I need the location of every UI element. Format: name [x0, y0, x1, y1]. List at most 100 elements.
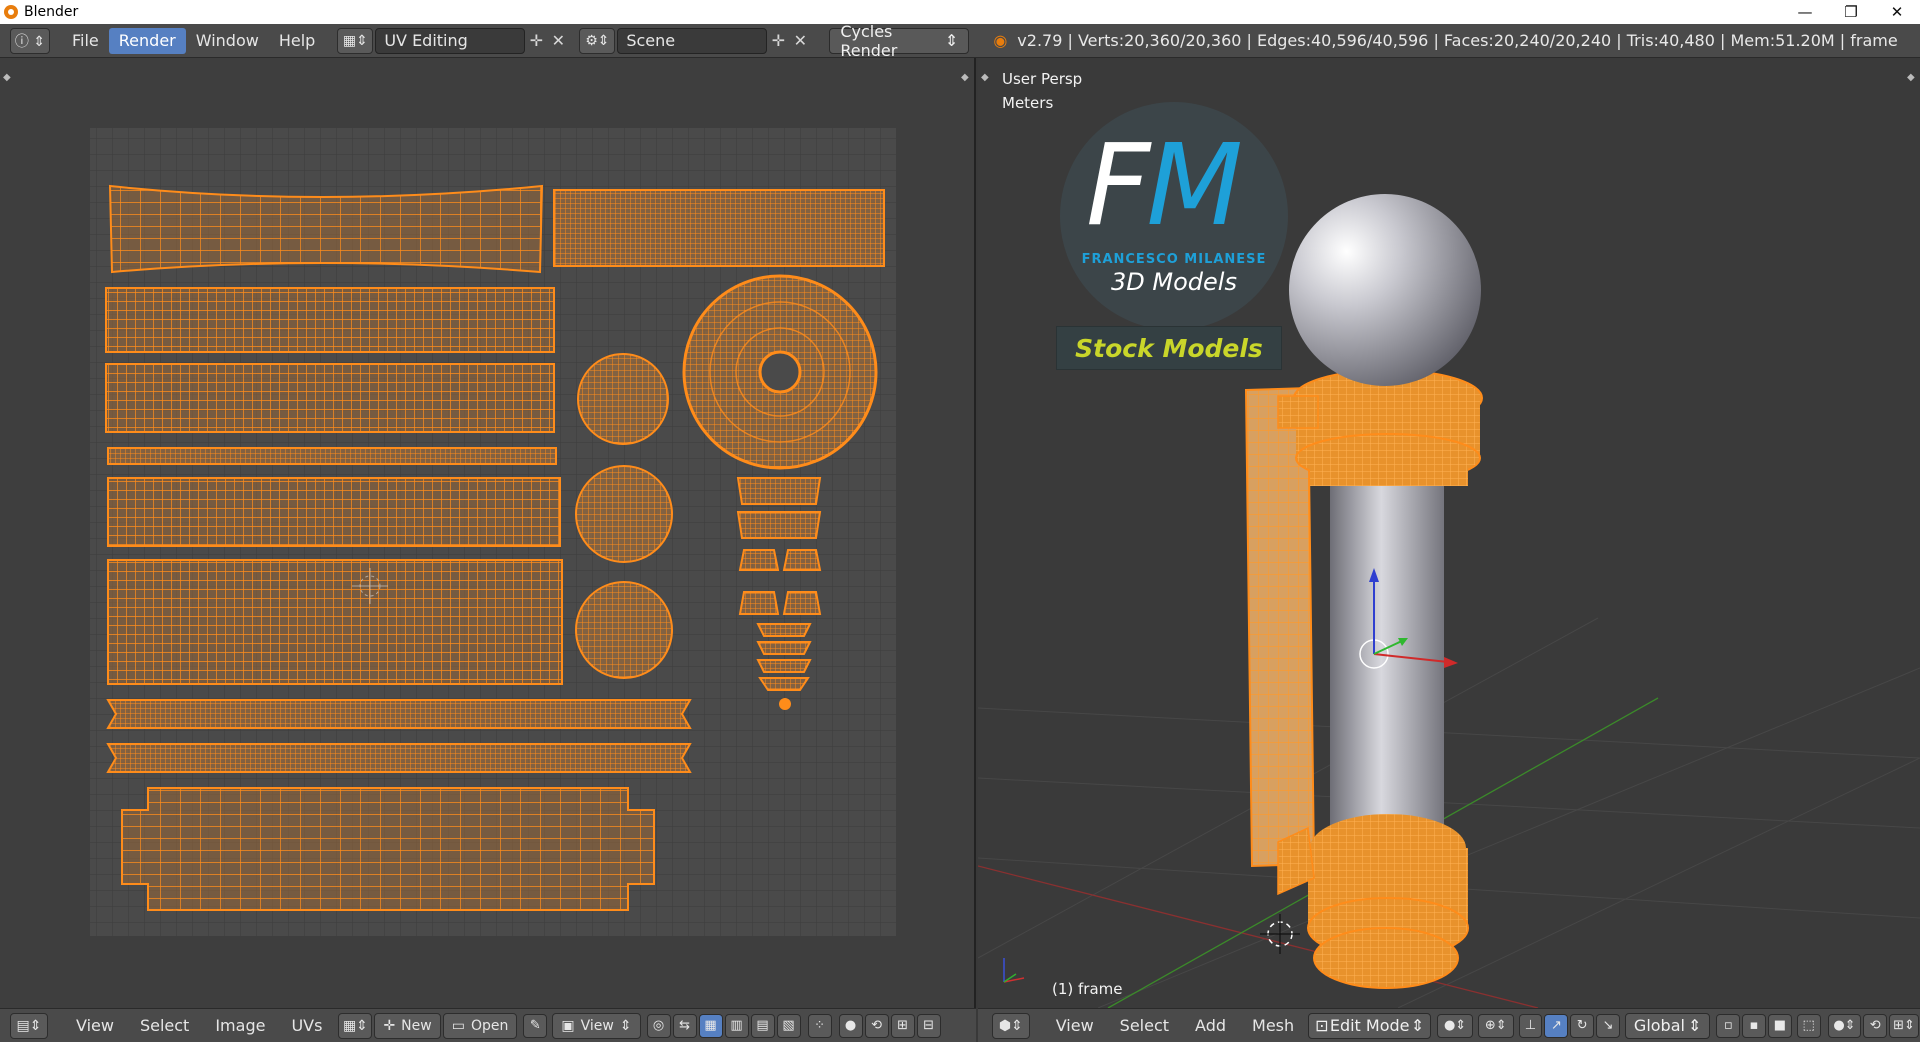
image-browse-button[interactable]: ▦⇕	[338, 1012, 373, 1039]
proportional-edit-icon[interactable]: ●⇕	[1827, 1013, 1862, 1038]
uv-island	[107, 559, 563, 685]
uv-island	[105, 287, 555, 353]
scale-manipulator-icon[interactable]: ↘	[1596, 1013, 1620, 1038]
info-icon: ⓘ ⇕	[14, 33, 46, 50]
uv-menu-select[interactable]: Select	[130, 1013, 199, 1039]
3d-cursor-icon	[1260, 914, 1300, 954]
rotate-manipulator-icon[interactable]: ↻	[1570, 1013, 1595, 1038]
edit-mode-icon: ⊡	[1315, 1016, 1329, 1035]
uv-menu-uvs[interactable]: UVs	[281, 1013, 332, 1039]
vertex-select-icon[interactable]: ▦	[698, 1013, 723, 1038]
window-titlebar: Blender — ❐ ✕	[0, 0, 1920, 24]
info-header: ⓘ ⇕ File Render Window Help ▦⇕ UV Editin…	[0, 22, 1920, 60]
image-editor-icon: ▤⇕	[16, 1017, 42, 1034]
edge-mode-icon[interactable]: ▪	[1742, 1013, 1766, 1038]
face-select-icon[interactable]: ▤	[750, 1013, 775, 1038]
uv-island	[105, 363, 555, 433]
open-image-label: Open	[470, 1017, 509, 1034]
snap-element-icon[interactable]: ⊞⇕	[1889, 1013, 1919, 1038]
translate-manipulator-icon[interactable]: ↗	[1544, 1013, 1569, 1038]
render-engine-label: Cycles Render	[840, 21, 898, 60]
snap-toggle-icon[interactable]: ⟲	[1863, 1013, 1888, 1038]
new-image-label: New	[401, 1017, 432, 1034]
editor-type-uv-button[interactable]: ▤⇕	[10, 1012, 48, 1039]
interaction-mode-label: Edit Mode	[1329, 1016, 1410, 1035]
pivot-point-icon[interactable]: ⊕⇕	[1477, 1013, 1514, 1038]
falloff-icon[interactable]: ⟲	[864, 1013, 889, 1038]
uv-island	[779, 698, 791, 710]
uv-view-mode-select[interactable]: ▣ View ⇕	[552, 1012, 641, 1039]
uv-island	[106, 699, 692, 729]
remove-scene-icon[interactable]: ✕	[789, 28, 811, 54]
vertex-mode-icon[interactable]: ▫	[1716, 1013, 1741, 1038]
viewport-shading-icon[interactable]: ●⇕	[1437, 1013, 1473, 1038]
uv-island	[121, 787, 655, 911]
editor-type-3d-button[interactable]: ⬢⇕	[992, 1012, 1030, 1039]
viewport-menu-add[interactable]: Add	[1185, 1013, 1236, 1039]
uv-island	[736, 511, 822, 539]
uv-view-mode-label: View	[580, 1017, 614, 1034]
plus-icon: ✛	[383, 1017, 396, 1034]
uv-menu-image[interactable]: Image	[205, 1013, 275, 1039]
uv-island	[575, 581, 673, 679]
menu-file[interactable]: File	[62, 28, 109, 54]
units-label: Meters	[1002, 94, 1054, 112]
window-controls: — ❐ ✕	[1782, 0, 1920, 24]
uv-island	[738, 549, 780, 571]
uv-island	[756, 659, 812, 673]
close-window-button[interactable]: ✕	[1874, 0, 1920, 24]
snap-target-icon[interactable]: ⊟	[916, 1013, 941, 1038]
updown-arrows-icon: ⇕	[619, 1017, 632, 1034]
uv-island	[575, 465, 673, 563]
scene-browse-button[interactable]: ⚙⇕	[579, 27, 616, 54]
viewport-menu-select[interactable]: Select	[1110, 1013, 1179, 1039]
open-image-button[interactable]: ▭ Open	[442, 1012, 518, 1039]
menu-window[interactable]: Window	[186, 28, 269, 54]
updown-arrows-icon: ⇕	[944, 31, 959, 50]
uv-menu-view[interactable]: View	[66, 1013, 124, 1039]
fm-author: FRANCESCO MILANESE	[1081, 252, 1267, 267]
layout-grid-icon: ▦⇕	[342, 32, 368, 49]
uv-canvas[interactable]	[0, 58, 976, 1008]
pin-icon[interactable]: ✎	[523, 1013, 548, 1038]
maximize-button[interactable]: ❐	[1828, 0, 1874, 24]
uv-editor-header: ▤⇕ View Select Image UVs ▦⇕ ✛ New ▭ Open…	[0, 1008, 976, 1042]
island-select-icon[interactable]: ▧	[776, 1013, 801, 1038]
add-layout-icon[interactable]: ✛	[525, 28, 547, 54]
add-scene-icon[interactable]: ✛	[767, 28, 789, 54]
interaction-mode-select[interactable]: ⊡ Edit Mode ⇕	[1308, 1012, 1432, 1039]
viewport-menu-mesh[interactable]: Mesh	[1242, 1013, 1304, 1039]
3d-viewport[interactable]: ◆ ◆ FM FRANCESCO MILANESE 3D Models Stoc…	[978, 58, 1920, 1008]
render-engine-select[interactable]: Cycles Render ⇕	[829, 22, 970, 60]
sync-selection-icon[interactable]: ⇆	[672, 1013, 697, 1038]
uv-island	[107, 477, 561, 547]
menu-render[interactable]: Render	[108, 27, 186, 54]
uv-island	[758, 677, 810, 691]
sticky-mode-icon[interactable]: ⁘	[807, 1013, 832, 1038]
uv-island	[782, 591, 822, 615]
fm-subtitle: 3D Models	[1111, 268, 1237, 296]
scene-field[interactable]: Scene	[617, 27, 768, 54]
minimize-button[interactable]: —	[1782, 0, 1828, 24]
menu-help[interactable]: Help	[269, 28, 325, 54]
remove-layout-icon[interactable]: ✕	[547, 28, 569, 54]
snap-icon[interactable]: ⊞	[890, 1013, 915, 1038]
uv-island	[108, 184, 544, 274]
edge-select-icon[interactable]: ▥	[724, 1013, 749, 1038]
info-menus: File Render Window Help	[62, 27, 325, 54]
limit-selection-icon[interactable]: ⬚	[1796, 1013, 1821, 1038]
scene-icon: ⚙⇕	[585, 32, 610, 49]
pivot-icon[interactable]: ◎	[646, 1013, 671, 1038]
viewport-header: ⬢⇕ View Select Add Mesh ⊡ Edit Mode ⇕ ●⇕…	[978, 1008, 1920, 1042]
new-image-button[interactable]: ✛ New	[374, 1012, 441, 1039]
face-mode-icon[interactable]: ■	[1767, 1013, 1792, 1038]
viewport-menu-view[interactable]: View	[1046, 1013, 1104, 1039]
proportional-edit-icon[interactable]: ●	[838, 1013, 863, 1038]
transform-orientation-select[interactable]: Global ⇕	[1624, 1012, 1711, 1039]
uv-image-editor[interactable]: ◆ ◆	[0, 58, 976, 1008]
manipulator-toggle-icon[interactable]: ⊥	[1518, 1013, 1543, 1038]
screen-layout-browse-button[interactable]: ▦⇕	[337, 27, 374, 54]
screen-layout-field[interactable]: UV Editing	[375, 27, 526, 54]
uv-island	[107, 447, 557, 465]
editor-type-info-button[interactable]: ⓘ ⇕	[10, 27, 50, 54]
